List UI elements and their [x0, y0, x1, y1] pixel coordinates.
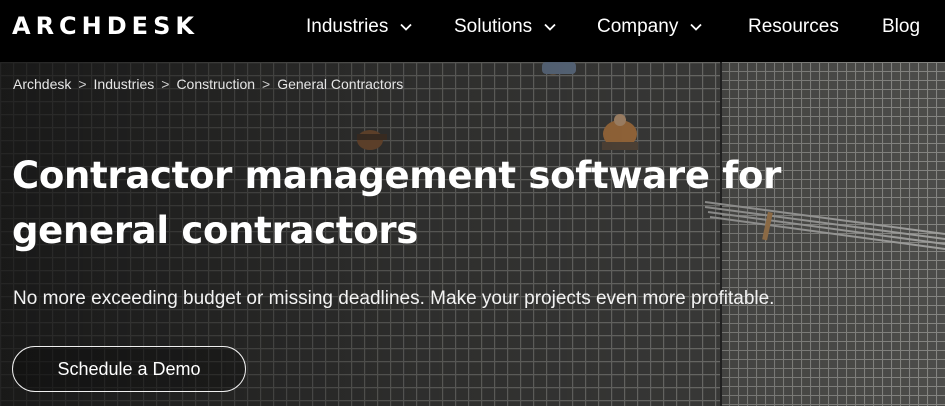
nav-resources[interactable]: Resources — [748, 16, 839, 38]
chevron-down-icon — [689, 20, 703, 34]
breadcrumb-separator: > — [262, 76, 271, 92]
top-navigation-bar: ARCHDESK Industries Solutions Company Re… — [0, 0, 945, 62]
breadcrumb-separator: > — [161, 76, 170, 92]
nav-blog[interactable]: Blog — [882, 16, 920, 38]
chevron-down-icon — [399, 20, 413, 34]
breadcrumb-construction[interactable]: Construction — [176, 76, 255, 92]
page-title: Contractor management software for gener… — [12, 154, 782, 252]
nav-blog-label: Blog — [882, 16, 921, 37]
breadcrumb-archdesk[interactable]: Archdesk — [13, 76, 71, 92]
nav-company[interactable]: Company — [597, 16, 703, 38]
nav-company-label: Company — [597, 16, 679, 37]
hero-subtitle: No more exceeding budget or missing dead… — [13, 288, 775, 309]
breadcrumb-separator: > — [78, 76, 87, 92]
breadcrumb-general-contractors: General Contractors — [277, 76, 404, 92]
chevron-down-icon — [543, 20, 557, 34]
schedule-demo-button[interactable]: Schedule a Demo — [12, 346, 246, 392]
nav-industries[interactable]: Industries — [306, 16, 413, 38]
breadcrumb-industries[interactable]: Industries — [94, 76, 155, 92]
breadcrumb: Archdesk > Industries > Construction > G… — [13, 76, 403, 92]
nav-solutions-label: Solutions — [454, 16, 533, 37]
archdesk-logo[interactable]: ARCHDESK — [12, 12, 199, 40]
nav-industries-label: Industries — [306, 16, 389, 37]
nav-solutions[interactable]: Solutions — [454, 16, 557, 38]
hero-section: Archdesk > Industries > Construction > G… — [0, 62, 945, 406]
nav-resources-label: Resources — [748, 16, 839, 37]
